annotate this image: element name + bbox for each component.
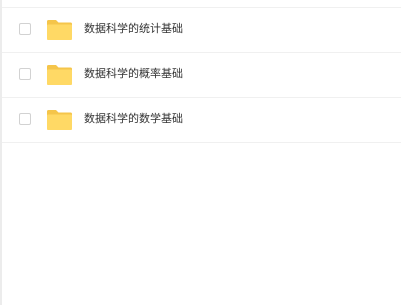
file-row[interactable]: 数据科学的概率基础 — [2, 53, 401, 98]
file-list: 数据科学的统计基础 数据科学的概率基础 数据科学的数学基础 — [2, 8, 401, 143]
row-checkbox[interactable] — [19, 113, 31, 125]
row-checkbox[interactable] — [19, 68, 31, 80]
file-name[interactable]: 数据科学的统计基础 — [84, 22, 183, 36]
folder-icon — [46, 19, 73, 41]
file-name[interactable]: 数据科学的概率基础 — [84, 67, 183, 81]
file-name[interactable]: 数据科学的数学基础 — [84, 112, 183, 126]
file-row[interactable]: 数据科学的统计基础 — [2, 8, 401, 53]
row-checkbox[interactable] — [19, 23, 31, 35]
folder-icon — [46, 109, 73, 131]
folder-icon — [46, 64, 73, 86]
file-row[interactable]: 数据科学的数学基础 — [2, 98, 401, 143]
